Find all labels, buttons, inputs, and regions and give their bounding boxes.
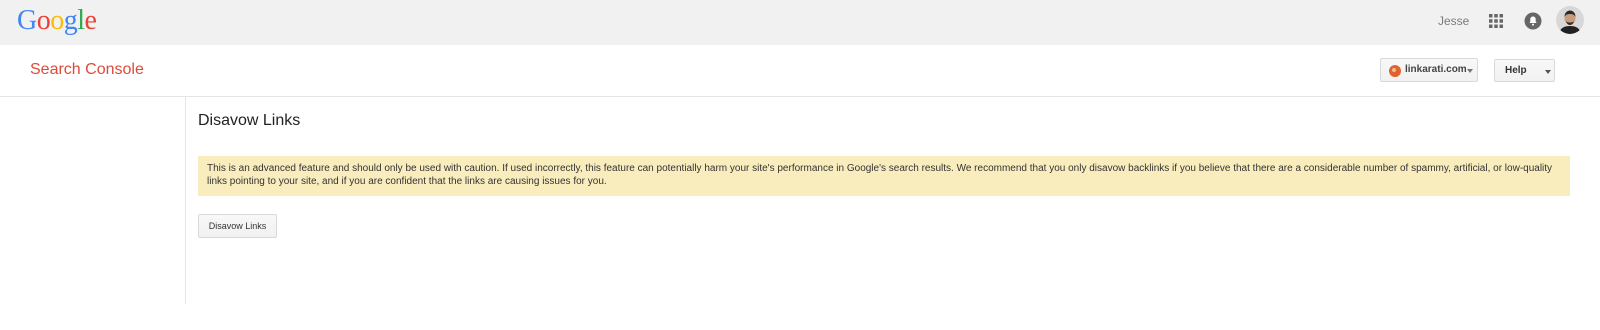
help-button[interactable]: Help bbox=[1494, 59, 1555, 82]
warning-message: This is an advanced feature and should o… bbox=[198, 156, 1570, 196]
avatar[interactable] bbox=[1556, 6, 1584, 34]
google-logo[interactable]: Google bbox=[17, 4, 97, 38]
search-console-header: Search Console linkarati.com Help bbox=[0, 45, 1600, 97]
user-name[interactable]: Jesse bbox=[1438, 14, 1469, 28]
disavow-links-button[interactable]: Disavow Links bbox=[198, 214, 277, 238]
help-button-label: Help bbox=[1505, 65, 1527, 76]
logo-letter: o bbox=[36, 5, 51, 36]
page-title: Disavow Links bbox=[198, 112, 301, 129]
chevron-down-icon bbox=[1467, 69, 1473, 73]
apps-grid-icon[interactable] bbox=[1488, 13, 1504, 29]
google-top-bar: Google Jesse bbox=[0, 0, 1600, 45]
notifications-icon[interactable] bbox=[1524, 12, 1542, 30]
logo-letter: g bbox=[63, 5, 78, 36]
logo-letter: G bbox=[17, 5, 37, 36]
logo-letter: l bbox=[77, 5, 85, 36]
logo-letter: e bbox=[84, 5, 97, 36]
site-picker-dropdown[interactable]: linkarati.com bbox=[1380, 58, 1478, 82]
left-navigation bbox=[0, 97, 186, 304]
site-picker-label: linkarati.com bbox=[1405, 64, 1467, 75]
chevron-down-icon bbox=[1545, 70, 1551, 74]
site-favicon-icon bbox=[1389, 65, 1401, 77]
logo-letter: o bbox=[50, 5, 64, 36]
app-title[interactable]: Search Console bbox=[30, 61, 144, 79]
